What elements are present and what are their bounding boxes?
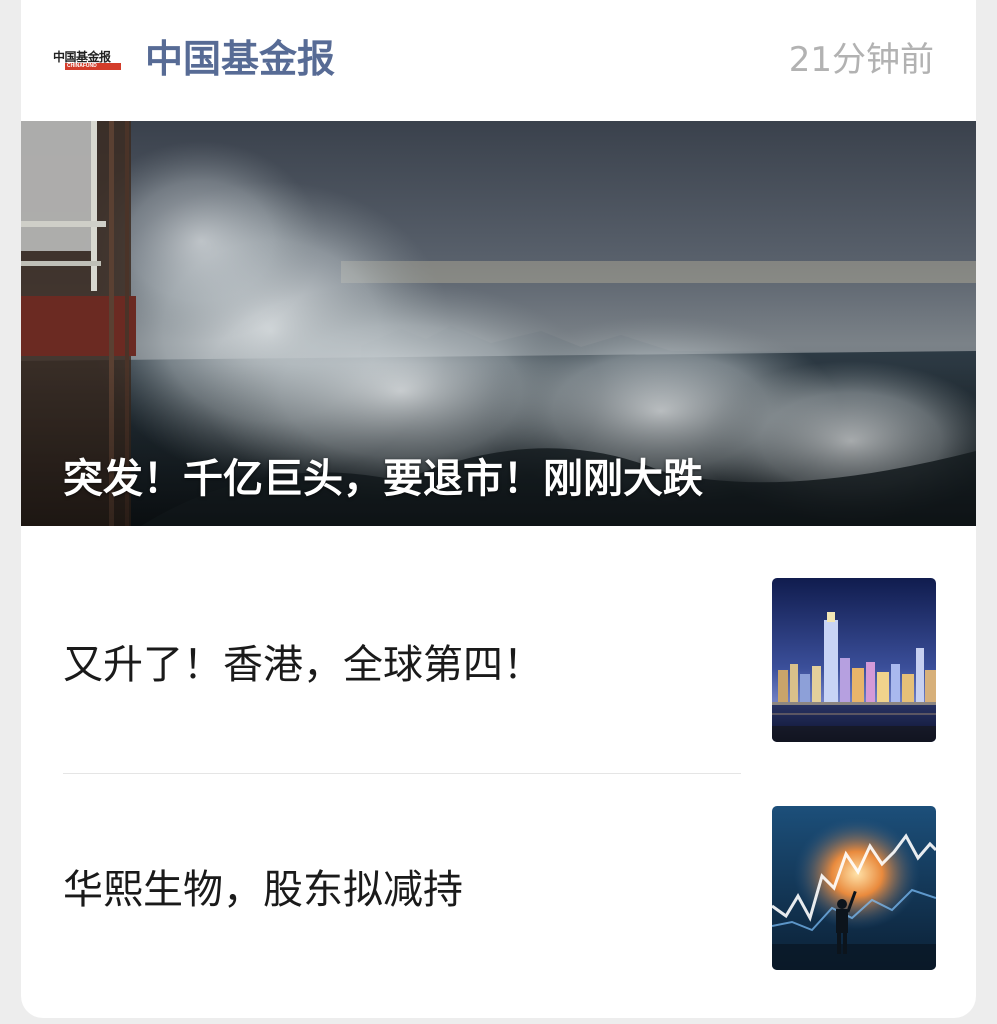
- publisher-name[interactable]: 中国基金报: [145, 34, 335, 84]
- card-header[interactable]: 中国基金报 CHINAFUND 中国基金报 21分钟前: [21, 0, 976, 121]
- hero-headline[interactable]: 突发！千亿巨头，要退市！刚刚大跌: [63, 451, 703, 507]
- stock-market-image: [772, 806, 936, 970]
- article-title[interactable]: 华熙生物，股东拟减持: [63, 862, 463, 918]
- article-thumbnail[interactable]: [772, 806, 936, 970]
- publisher-logo: 中国基金报 CHINAFUND: [53, 48, 123, 72]
- hong-kong-skyline-image: [772, 578, 936, 742]
- list-item[interactable]: 华熙生物，股东拟减持: [21, 773, 976, 1001]
- article-thumbnail[interactable]: [772, 578, 936, 742]
- timestamp: 21分钟前: [788, 40, 934, 80]
- news-card: 中国基金报 CHINAFUND 中国基金报 21分钟前 突发！千亿巨头，要退市！…: [21, 0, 976, 1018]
- hero-article[interactable]: 突发！千亿巨头，要退市！刚刚大跌: [21, 121, 976, 526]
- article-title[interactable]: 又升了！香港，全球第四！: [63, 637, 543, 693]
- logo-subtext: CHINAFUND: [65, 63, 121, 70]
- list-item[interactable]: 又升了！香港，全球第四！: [21, 527, 976, 755]
